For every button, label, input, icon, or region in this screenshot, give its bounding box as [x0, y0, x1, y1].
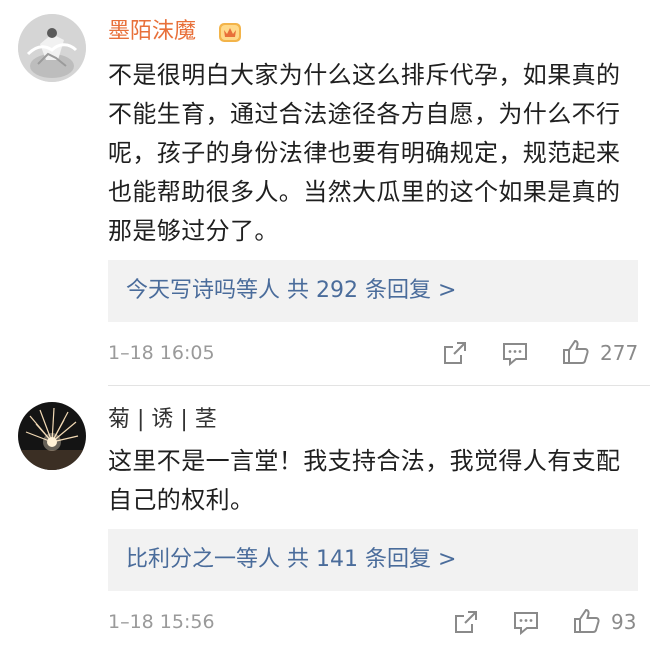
comment-text: 不是很明白大家为什么这么排斥代孕，如果真的不能生育，通过合法途径各方自愿，为什么… [108, 61, 621, 245]
vip-crown-icon [218, 20, 242, 44]
like-icon[interactable] [572, 606, 600, 634]
user-avatar[interactable] [18, 402, 86, 470]
timestamp: 1–18 15:56 [108, 611, 215, 633]
username[interactable]: 菊 | 诱 | 茎 [108, 405, 217, 435]
avatar-figure-icon [18, 14, 86, 82]
comment-icon[interactable] [512, 608, 540, 636]
username[interactable]: 墨陌沫魔 [108, 17, 196, 47]
comment-icon[interactable] [501, 339, 529, 367]
comment-item: 墨陌沫魔 不是很明白大家为什么这么排斥代孕，如果真的不能生育，通过合法途径各方自… [0, 0, 650, 386]
replies-box[interactable]: 比利分之一等人 共 141 条回复 > [108, 529, 638, 591]
comment-item: 菊 | 诱 | 茎 这里不是一言堂！我支持合法，我觉得人有支配自己的权利。 比利… [0, 386, 650, 650]
comment-text: 这里不是一言堂！我支持合法，我觉得人有支配自己的权利。 [108, 447, 621, 514]
like-count: 93 [611, 610, 637, 634]
view-replies-link[interactable]: 今天写诗吗等人 共 292 条回复 > [126, 260, 456, 322]
share-icon[interactable] [441, 339, 469, 367]
timestamp: 1–18 16:05 [108, 342, 215, 364]
like-count: 277 [600, 341, 639, 365]
avatar-fireworks-icon [18, 402, 86, 470]
user-avatar[interactable] [18, 14, 86, 82]
share-icon[interactable] [452, 608, 480, 636]
replies-box[interactable]: 今天写诗吗等人 共 292 条回复 > [108, 260, 638, 322]
view-replies-link[interactable]: 比利分之一等人 共 141 条回复 > [126, 529, 456, 591]
like-icon[interactable] [561, 337, 589, 365]
